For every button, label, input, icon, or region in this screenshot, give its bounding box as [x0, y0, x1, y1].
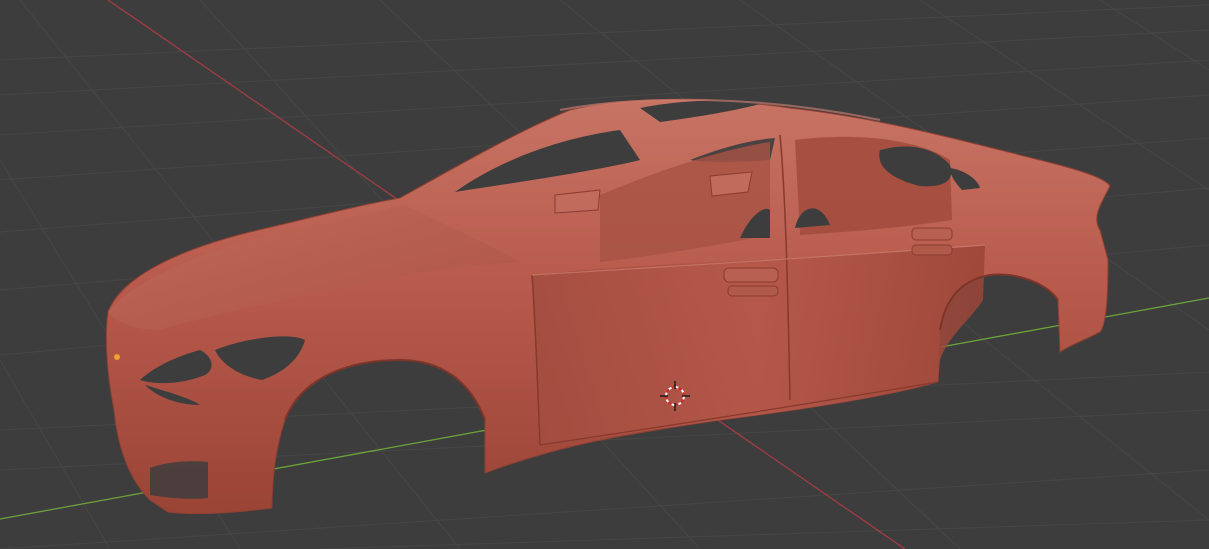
3d-viewport[interactable] [0, 0, 1209, 549]
origin-dot-icon[interactable] [114, 354, 120, 360]
viewport-canvas[interactable] [0, 0, 1209, 549]
